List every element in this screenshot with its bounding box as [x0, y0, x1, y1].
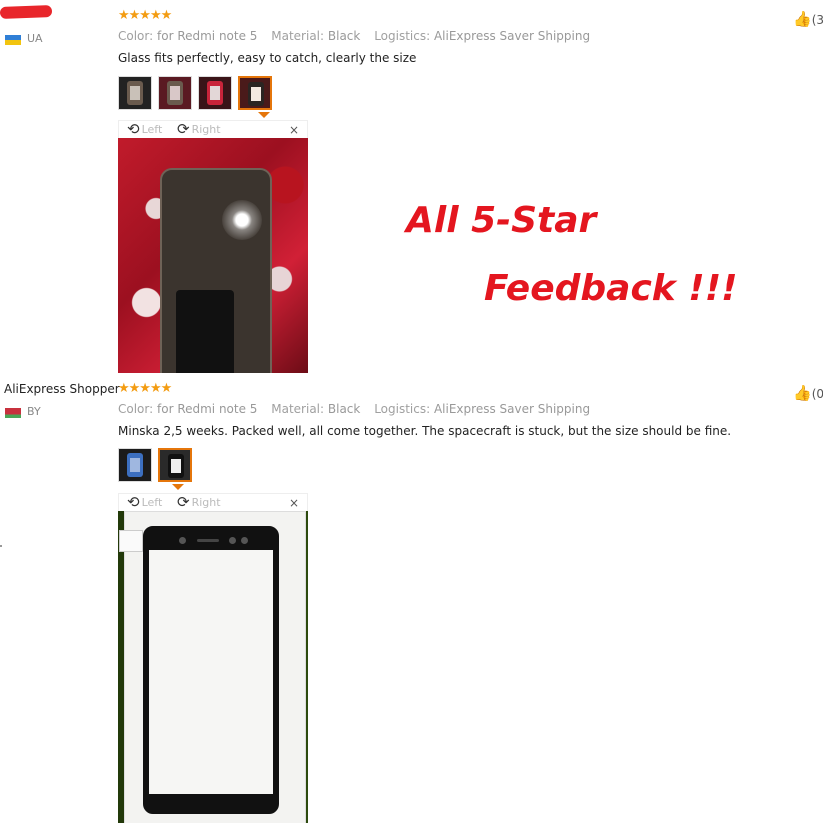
photo-thumbnail[interactable] — [198, 76, 232, 110]
rating-stars: ★★★★★ — [118, 381, 172, 396]
photo-thumbnail-selected[interactable] — [238, 76, 272, 110]
photo-thumbnail[interactable] — [118, 76, 152, 110]
review-text: Glass fits perfectly, easy to catch, cle… — [118, 51, 417, 65]
review-photo — [118, 138, 308, 373]
like-count: (0 — [811, 387, 823, 401]
rotate-right-button[interactable]: ⟳ Right — [177, 495, 221, 510]
like-count: (3 — [811, 13, 823, 27]
material-label: Material: — [271, 29, 325, 43]
rotate-right-label: Right — [191, 123, 221, 136]
photo-thumbnail[interactable] — [118, 448, 152, 482]
selected-caret-icon — [172, 484, 184, 490]
photo-thumbnails — [118, 76, 272, 110]
by-flag-icon — [5, 408, 21, 418]
photo-thumbnail-selected[interactable] — [158, 448, 192, 482]
reviewer-country: UA — [27, 32, 43, 45]
screen-protector-image — [143, 526, 279, 814]
protective-film — [119, 511, 306, 823]
thumbs-up-icon: 👍 — [793, 10, 812, 28]
rotate-left-icon: ⟲ — [127, 120, 140, 138]
edge-mark — [0, 545, 2, 547]
rotate-right-icon: ⟳ — [177, 120, 190, 138]
review-photo — [118, 511, 308, 823]
photo-thumbnail[interactable] — [158, 76, 192, 110]
material-value: Black — [327, 402, 361, 416]
rotate-left-button[interactable]: ⟲ Left — [127, 122, 162, 137]
photo-thumbnails — [118, 448, 192, 482]
logistics-label: Logistics: — [374, 402, 431, 416]
promo-headline-2: Feedback !!! — [484, 268, 738, 309]
logistics-value: AliExpress Saver Shipping — [433, 402, 591, 416]
color-label: Color: — [118, 29, 154, 43]
color-label: Color: — [118, 402, 154, 416]
review-meta: Color: for Redmi note 5 Material: Black … — [118, 29, 590, 43]
image-viewer-toolbar: ⟲ Left ⟳ Right × — [118, 120, 308, 139]
close-viewer-icon[interactable]: × — [289, 123, 299, 137]
rotate-right-button[interactable]: ⟳ Right — [177, 122, 221, 137]
color-value: for Redmi note 5 — [157, 402, 258, 416]
rotate-right-label: Right — [191, 496, 221, 509]
ua-flag-icon — [5, 35, 21, 45]
selected-caret-icon — [258, 112, 270, 118]
image-viewer-toolbar: ⟲ Left ⟳ Right × — [118, 493, 308, 512]
thumbs-up-icon: 👍 — [793, 384, 812, 402]
review-text: Minska 2,5 weeks. Packed well, all come … — [118, 424, 732, 438]
like-button[interactable]: 👍(0 — [793, 384, 823, 402]
rotate-left-label: Left — [141, 496, 163, 509]
rotate-left-label: Left — [141, 123, 163, 136]
material-label: Material: — [271, 402, 325, 416]
rotate-left-button[interactable]: ⟲ Left — [127, 495, 162, 510]
material-value: Black — [327, 29, 361, 43]
redacted-username — [0, 5, 53, 19]
reviewer-name: AliExpress Shopper — [4, 382, 120, 396]
logistics-label: Logistics: — [374, 29, 431, 43]
rotate-right-icon: ⟳ — [177, 493, 190, 511]
phone-image — [160, 168, 272, 373]
like-button[interactable]: 👍(3 — [793, 10, 823, 28]
color-value: for Redmi note 5 — [157, 29, 258, 43]
logistics-value: AliExpress Saver Shipping — [433, 29, 591, 43]
close-viewer-icon[interactable]: × — [289, 496, 299, 510]
rotate-left-icon: ⟲ — [127, 493, 140, 511]
promo-headline-1: All 5-Star — [406, 200, 597, 241]
rating-stars: ★★★★★ — [118, 8, 172, 23]
review-meta: Color: for Redmi note 5 Material: Black … — [118, 402, 590, 416]
reviewer-country: BY — [27, 405, 41, 418]
